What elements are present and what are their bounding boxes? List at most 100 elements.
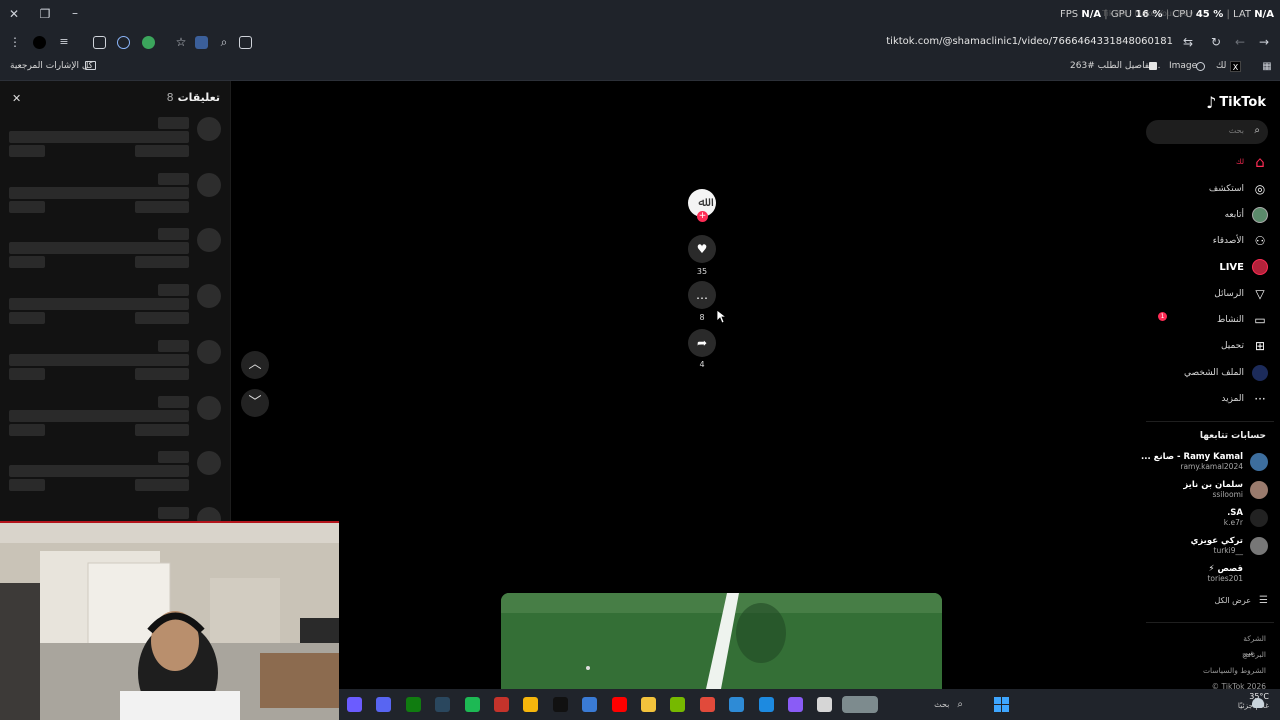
taskbar-search-icon: ⌕ [957, 699, 963, 710]
sidebar-item-5[interactable]: ▽ الرسائل [1214, 285, 1268, 303]
like-count: 35 [696, 267, 708, 276]
account-name: SA. [1227, 508, 1243, 518]
address-bar[interactable]: tiktok.com/@shamaclinic1/video/766646433… [886, 36, 1173, 47]
comment-count: 8 [699, 313, 705, 322]
skeleton-avatar [197, 117, 221, 141]
nvidia-icon[interactable] [670, 697, 686, 712]
share-button[interactable]: ➦ [688, 329, 716, 357]
store-icon[interactable] [582, 697, 598, 712]
tab-search-icon[interactable]: ≡ [56, 35, 72, 49]
photos-icon[interactable] [729, 697, 745, 712]
notepad-icon[interactable] [817, 697, 833, 712]
app-red-icon[interactable] [494, 697, 509, 712]
following-account[interactable]: سلمان بن نايز ssiloomi [1183, 480, 1268, 499]
search-input[interactable]: ⌕ بحث [1146, 120, 1268, 144]
profile-avatar-icon[interactable] [33, 36, 46, 49]
skeleton-avatar [197, 396, 221, 420]
sidebar-item-7[interactable]: ⊞ تحميل [1221, 337, 1268, 355]
x-logo-icon[interactable]: X [1230, 61, 1241, 72]
steam-icon[interactable] [435, 697, 451, 712]
following-account[interactable]: Ramy Kamal - صانع ... ramy.kamal2024 [1141, 452, 1268, 471]
sidebar-item-8[interactable]: الملف الشخصي [1184, 364, 1268, 382]
sidebar-item-9[interactable]: ··· المزيد [1221, 390, 1268, 408]
skeleton-avatar [197, 173, 221, 197]
extension-circle-icon[interactable] [117, 36, 130, 49]
follow-plus-icon[interactable]: + [697, 211, 708, 222]
sidebar-item-6[interactable]: ▭ النشاط [1217, 311, 1268, 329]
sidebar-item-2[interactable]: أتابعه [1225, 206, 1268, 224]
forward-icon[interactable]: → [1256, 35, 1272, 49]
account-username: tories201 [1207, 574, 1243, 583]
bookmark-star-icon[interactable]: ☆ [173, 35, 189, 49]
skeleton-meta [9, 312, 45, 324]
apps-grid-icon[interactable]: ▦ [1259, 60, 1275, 74]
comment-button[interactable]: … [688, 281, 716, 309]
copilot-icon[interactable] [788, 697, 803, 712]
following-account[interactable]: قصص ⚡ tories201 [1207, 564, 1268, 583]
youtube-icon[interactable] [611, 697, 627, 712]
comment-skeleton-row [0, 396, 231, 446]
footer-link[interactable]: الشروط والسياسات [1203, 666, 1266, 675]
close-window-icon[interactable]: ✕ [6, 7, 22, 21]
see-all-link[interactable]: ☰ عرض الكل [1214, 595, 1268, 606]
apps-icon[interactable] [347, 697, 362, 712]
next-video-preview[interactable] [501, 593, 942, 689]
sidebar-item-1[interactable]: ◎ استكشف [1209, 180, 1268, 198]
tiktok-logo[interactable]: ♪ TikTok [1206, 93, 1266, 112]
install-app-icon[interactable] [239, 36, 252, 49]
avatar [1250, 452, 1268, 471]
menu-kebab-icon[interactable]: ⋮ [7, 35, 23, 49]
account-text: SA. k.e7r [1224, 508, 1243, 527]
bookmark-foryou[interactable]: لك [1216, 61, 1226, 71]
skeleton-meta [9, 368, 45, 380]
back-icon[interactable]: ← [1232, 35, 1248, 49]
next-video-button[interactable]: ﹀ [241, 389, 269, 417]
avatar [1250, 480, 1268, 499]
comment-skeleton-row [0, 340, 231, 390]
sidebar-item-0[interactable]: ⌂ لك [1236, 153, 1268, 171]
start-button[interactable] [994, 697, 1009, 712]
skeleton-avatar [197, 284, 221, 308]
sidebar-item-label: المزيد [1221, 394, 1244, 404]
close-comments-icon[interactable]: ✕ [12, 92, 21, 105]
chrome-icon[interactable] [699, 697, 715, 712]
reload-icon[interactable]: ↻ [1208, 35, 1224, 49]
comment-bubble-icon: … [696, 288, 708, 302]
discord-icon[interactable] [376, 697, 392, 712]
taskbar-search[interactable]: ⌕ بحث [881, 697, 969, 712]
sidebar-item-4[interactable]: LIVE [1219, 258, 1268, 276]
following-account[interactable]: تركي عويزي __turki9 [1191, 536, 1268, 555]
previous-video-button[interactable]: ︿ [241, 351, 269, 379]
skeleton-meta [9, 145, 45, 157]
restore-window-icon[interactable]: ❐ [37, 7, 53, 21]
site-settings-icon[interactable]: ⇆ [1180, 35, 1196, 49]
bookmark-order-details[interactable]: تفاصيل الطلب #263... [1070, 61, 1160, 71]
minimize-window-icon[interactable]: – [67, 6, 83, 20]
footer-link[interactable]: البرنامج [1242, 650, 1266, 659]
file-explorer-icon[interactable] [641, 697, 656, 712]
extensions-icon[interactable] [93, 36, 106, 49]
browser-toolbar: ⋮ ≡ ☆ ⌕ tiktok.com/@shamaclinic1/video/7… [0, 30, 1280, 55]
sidebar-item-label: تحميل [1220, 341, 1244, 351]
rockstar-icon[interactable] [523, 697, 539, 712]
skeleton-meta [9, 256, 45, 268]
footer-link[interactable]: الشركة [1243, 634, 1266, 643]
edge-icon[interactable] [758, 697, 774, 712]
tab-title[interactable]: TikTok - Make Your Day [1102, 9, 1194, 18]
xbox-icon[interactable] [405, 697, 421, 712]
all-bookmarks-link[interactable]: كل الإشارات المرجعية [10, 61, 93, 71]
like-button[interactable]: ♥ [688, 235, 716, 263]
app-green-icon[interactable] [464, 697, 480, 712]
following-account[interactable]: SA. k.e7r [1224, 508, 1268, 527]
comments-count: 8 [166, 91, 174, 104]
app-black-icon[interactable] [552, 697, 568, 712]
cast-icon[interactable] [195, 36, 208, 49]
zoom-icon[interactable]: ⌕ [216, 35, 232, 49]
logo-text: TikTok [1219, 95, 1266, 110]
upload-icon: ⊞ [1254, 339, 1266, 353]
skeleton-name [158, 507, 189, 519]
extension-green-icon[interactable] [142, 36, 155, 49]
live-icon [1252, 259, 1268, 275]
sidebar-item-3[interactable]: ⚇ الأصدقاء [1213, 232, 1268, 250]
bookmark-image[interactable]: Image [1169, 61, 1197, 71]
